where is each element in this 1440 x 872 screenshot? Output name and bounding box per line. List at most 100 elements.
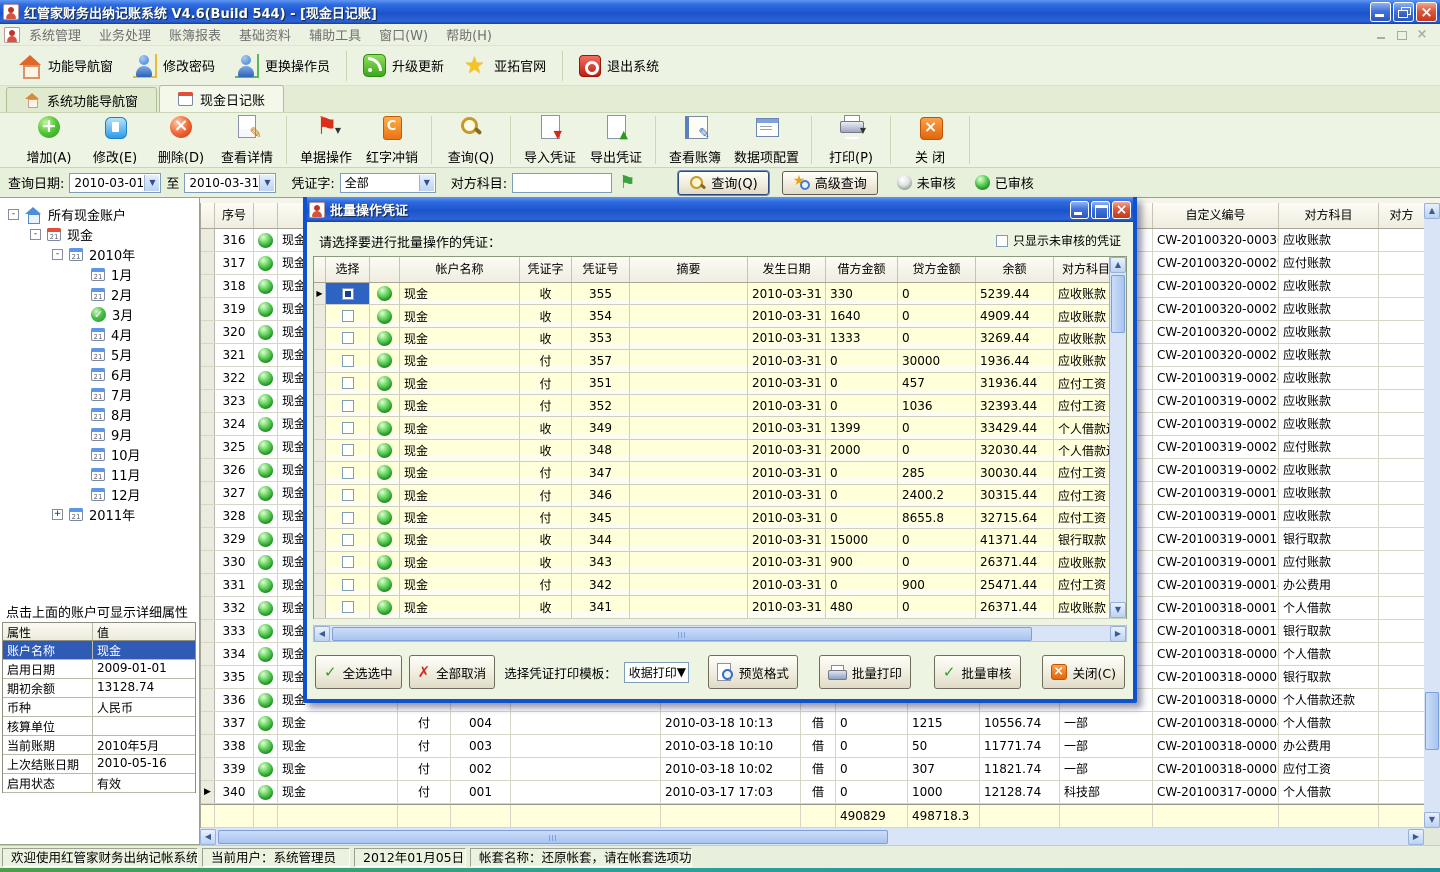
query-button[interactable]: 查询(Q): [678, 171, 768, 195]
menu-item[interactable]: 窗口(W): [370, 23, 437, 46]
scroll-right-icon[interactable]: ▶: [1110, 626, 1126, 642]
audited-indicator[interactable]: 已审核: [975, 173, 1034, 192]
action-button-add[interactable]: 增加(A): [16, 112, 82, 168]
row-checkbox[interactable]: [342, 288, 354, 300]
row-checkbox[interactable]: [342, 556, 354, 568]
checkbox-icon[interactable]: [996, 235, 1008, 247]
dialog-column-header-credit[interactable]: 贷方金额: [898, 257, 976, 282]
tree-item[interactable]: -现金: [2, 224, 197, 244]
action-button-redchar[interactable]: 红字冲销: [359, 112, 425, 168]
row-checkbox[interactable]: [342, 444, 354, 456]
scroll-up-icon[interactable]: ▲: [1424, 203, 1440, 219]
action-button-config[interactable]: 数据项配置: [728, 112, 805, 168]
unaudited-indicator[interactable]: 未审核: [897, 173, 956, 192]
row-checkbox[interactable]: [342, 534, 354, 546]
preview-format-button[interactable]: 预览格式: [708, 655, 798, 689]
restore-button[interactable]: [1393, 2, 1414, 22]
toolbar-button-star[interactable]: 亚拓官网: [454, 50, 556, 82]
scroll-left-icon[interactable]: ◀: [200, 829, 216, 845]
dialog-minimize-button[interactable]: [1070, 201, 1089, 219]
table-row[interactable]: 338现金付0032010-03-18 10:10借05011771.74一部C…: [201, 735, 1424, 758]
counter-subject-input[interactable]: [512, 173, 612, 193]
minimize-button[interactable]: [1370, 2, 1391, 22]
dialog-voucher-row[interactable]: 现金付3472010-03-31028530030.44应付工资: [314, 462, 1126, 484]
scrollbar-thumb[interactable]: [218, 830, 888, 844]
column-header-counter2[interactable]: 对方: [1379, 203, 1425, 228]
tree-item[interactable]: 1月: [2, 264, 197, 284]
action-button-close[interactable]: 关 闭: [897, 112, 963, 168]
tree-item[interactable]: 5月: [2, 344, 197, 364]
action-button-delete[interactable]: 删除(D): [148, 112, 214, 168]
toolbar-button-exit[interactable]: 退出系统: [569, 51, 669, 81]
dialog-maximize-button[interactable]: [1091, 201, 1110, 219]
scroll-down-icon[interactable]: ▼: [1110, 602, 1126, 618]
dialog-close-action-button[interactable]: 关闭(C): [1042, 655, 1125, 689]
tab-cash-journal[interactable]: 现金日记账: [159, 85, 284, 112]
table-row[interactable]: 337现金付0042010-03-18 10:13借0121510556.74一…: [201, 712, 1424, 735]
action-button-edit[interactable]: 修改(E): [82, 112, 148, 168]
flag-icon[interactable]: ⚑: [619, 174, 635, 192]
only-unaudited-checkbox[interactable]: 只显示未审核的凭证: [996, 232, 1121, 249]
action-button-import[interactable]: 导入凭证: [517, 112, 583, 168]
dialog-voucher-row[interactable]: 现金收3442010-03-3115000041371.44银行取款: [314, 529, 1126, 551]
dialog-voucher-row[interactable]: 现金收3432010-03-31900026371.44应收账款: [314, 552, 1126, 574]
table-row[interactable]: ▶340现金付0012010-03-17 17:03借0100012128.74…: [201, 781, 1424, 804]
tree-item[interactable]: 9月: [2, 424, 197, 444]
tree-item[interactable]: 11月: [2, 464, 197, 484]
date-to-picker[interactable]: 2010-03-31 ▼: [184, 173, 276, 193]
dialog-vertical-scrollbar[interactable]: ▲ ▼: [1109, 257, 1126, 618]
dialog-column-header-vtype[interactable]: 凭证字: [520, 257, 572, 282]
prop-row[interactable]: 上次结账日期2010-05-16: [3, 755, 195, 774]
table-row[interactable]: 339现金付0022010-03-18 10:02借030711821.74一部…: [201, 758, 1424, 781]
dialog-column-header-debit[interactable]: 借方金额: [826, 257, 898, 282]
row-checkbox[interactable]: [342, 400, 354, 412]
dialog-voucher-row[interactable]: 现金付3422010-03-31090025471.44应付工资: [314, 574, 1126, 596]
dialog-voucher-row[interactable]: 现金付3512010-03-31045731936.44应付工资: [314, 373, 1126, 395]
tree-item[interactable]: 3月: [2, 304, 197, 324]
scroll-down-icon[interactable]: ▼: [1424, 812, 1440, 828]
scrollbar-thumb[interactable]: [332, 627, 1032, 641]
menu-item[interactable]: 帮助(H): [437, 23, 501, 46]
expander-icon[interactable]: -: [30, 229, 41, 240]
menu-item[interactable]: 系统管理: [20, 23, 90, 46]
dialog-column-header-vno[interactable]: 凭证号: [572, 257, 630, 282]
scrollbar-thumb[interactable]: [1111, 275, 1125, 333]
date-from-picker[interactable]: 2010-03-01 ▼: [69, 173, 161, 193]
prop-row[interactable]: 账户名称现金: [3, 641, 195, 660]
menu-item[interactable]: 账簿报表: [160, 23, 230, 46]
dialog-voucher-row[interactable]: ▶现金收3552010-03-3133005239.44应收账款: [314, 283, 1126, 305]
vertical-scrollbar[interactable]: ▲ ▼: [1424, 203, 1440, 828]
row-checkbox[interactable]: [342, 377, 354, 389]
mdi-restore-button[interactable]: [1394, 28, 1410, 42]
menu-item[interactable]: 辅助工具: [300, 23, 370, 46]
scroll-left-icon[interactable]: ◀: [314, 626, 330, 642]
deselect-all-button[interactable]: ✗ 全部取消: [409, 655, 496, 689]
dialog-column-header-check[interactable]: 选择: [326, 257, 370, 282]
dialog-voucher-row[interactable]: 现金收3412010-03-31480026371.44应收账款: [314, 596, 1126, 618]
advanced-query-button[interactable]: 高级查询: [782, 171, 878, 195]
voucher-type-select[interactable]: 全部 ▼: [340, 173, 436, 193]
row-checkbox[interactable]: [342, 601, 354, 613]
prop-row[interactable]: 当前账期2010年5月: [3, 736, 195, 755]
toolbar-button-home[interactable]: 功能导航窗: [8, 50, 123, 82]
expander-icon[interactable]: +: [52, 509, 63, 520]
column-header-counter[interactable]: 对方科目: [1279, 203, 1379, 228]
action-button-print[interactable]: ▼打印(P): [818, 112, 884, 168]
chevron-down-icon[interactable]: ▼: [144, 175, 159, 191]
toolbar-button-password[interactable]: 修改密码: [123, 50, 225, 82]
prop-row[interactable]: 启用日期2009-01-01: [3, 660, 195, 679]
column-header-seq[interactable]: 序号: [215, 203, 254, 228]
dialog-voucher-row[interactable]: 现金付3572010-03-310300001936.44应收账款: [314, 350, 1126, 372]
tree-item[interactable]: +2011年: [2, 504, 197, 524]
tree-item[interactable]: 12月: [2, 484, 197, 504]
scrollbar-thumb[interactable]: [1425, 692, 1439, 750]
expander-icon[interactable]: -: [52, 249, 63, 260]
tree-item[interactable]: 4月: [2, 324, 197, 344]
menu-item[interactable]: 业务处理: [90, 23, 160, 46]
prop-row[interactable]: 核算单位: [3, 717, 195, 736]
dialog-close-button[interactable]: [1112, 201, 1131, 219]
mdi-minimize-button[interactable]: [1374, 28, 1390, 42]
action-button-flag[interactable]: ▼单据操作: [293, 112, 359, 168]
prop-row[interactable]: 期初余额13128.74: [3, 679, 195, 698]
dialog-voucher-row[interactable]: 现金收3532010-03-31133303269.44应收账款: [314, 328, 1126, 350]
